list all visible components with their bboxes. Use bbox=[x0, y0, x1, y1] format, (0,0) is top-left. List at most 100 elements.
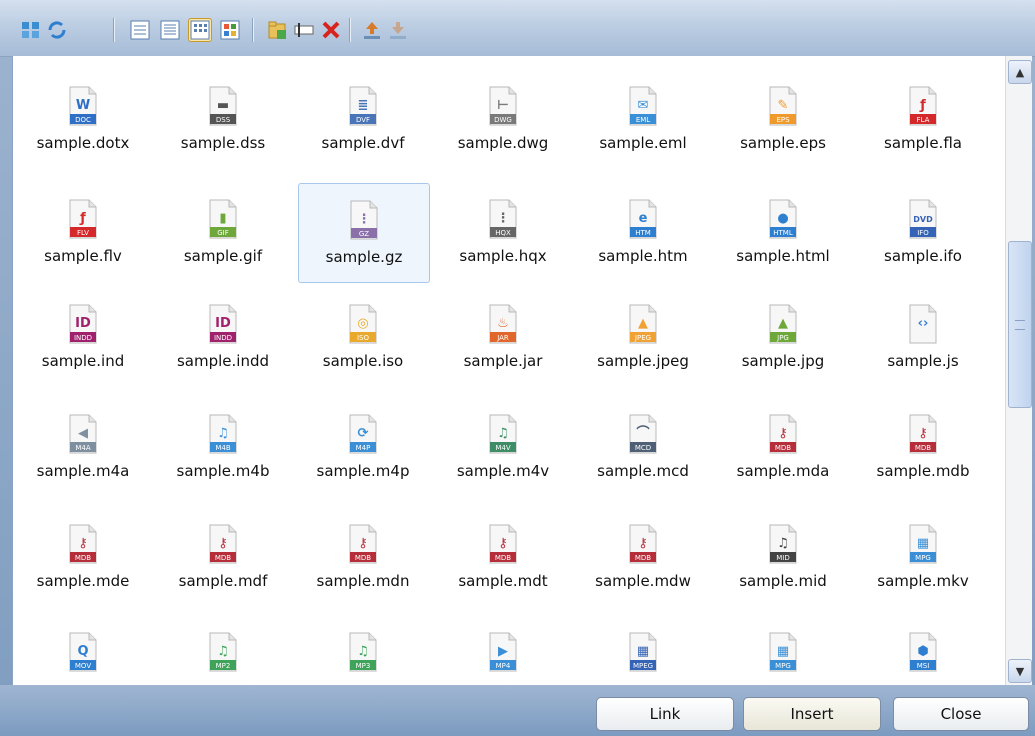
file-type-icon: W DOC bbox=[69, 86, 97, 126]
file-item[interactable]: ◀ M4A sample.m4a bbox=[18, 398, 148, 496]
file-item[interactable]: Q MOV bbox=[18, 616, 148, 685]
file-item[interactable]: ♫ MID sample.mid bbox=[718, 508, 848, 606]
download-icon[interactable] bbox=[387, 19, 409, 41]
svg-text:▦: ▦ bbox=[917, 536, 929, 551]
file-item[interactable]: ƒ FLV sample.flv bbox=[18, 183, 148, 281]
vertical-scrollbar[interactable]: ▲ ▼ bbox=[1005, 56, 1032, 685]
file-type-badge: MDB bbox=[215, 554, 231, 562]
file-type-icon: ♫ MID bbox=[769, 524, 797, 564]
file-item[interactable]: DVD IFO sample.ifo bbox=[858, 183, 988, 281]
list-view-icon[interactable] bbox=[159, 19, 181, 41]
svg-text:⚷: ⚷ bbox=[218, 536, 228, 551]
new-folder-icon[interactable] bbox=[266, 19, 288, 41]
file-name: sample.m4b bbox=[176, 462, 270, 480]
file-item[interactable]: ♫ M4B sample.m4b bbox=[158, 398, 288, 496]
file-name: sample.mde bbox=[36, 572, 130, 590]
delete-icon[interactable] bbox=[320, 19, 342, 41]
svg-text:W: W bbox=[76, 98, 90, 113]
close-button[interactable]: Close bbox=[893, 697, 1029, 731]
file-item[interactable]: ▶ MP4 bbox=[438, 616, 568, 685]
refresh-icon[interactable] bbox=[46, 19, 68, 41]
scroll-up-button[interactable]: ▲ bbox=[1008, 60, 1032, 84]
svg-text:✉: ✉ bbox=[638, 98, 649, 113]
file-type-badge: MP2 bbox=[216, 662, 231, 670]
link-button[interactable]: Link bbox=[596, 697, 734, 731]
file-item[interactable]: e HTM sample.htm bbox=[578, 183, 708, 281]
file-item[interactable]: ▮ GIF sample.gif bbox=[158, 183, 288, 281]
file-item[interactable]: ✉ EML sample.eml bbox=[578, 70, 708, 168]
file-item[interactable]: ⊢ DWG sample.dwg bbox=[438, 70, 568, 168]
file-type-badge: M4P bbox=[356, 444, 371, 452]
file-item[interactable]: ♨ JAR sample.jar bbox=[438, 288, 568, 386]
file-item[interactable]: ▲ JPG sample.jpg bbox=[718, 288, 848, 386]
svg-text:▲: ▲ bbox=[778, 316, 788, 331]
file-type-badge: ISO bbox=[357, 334, 370, 342]
file-type-badge: FLV bbox=[77, 229, 89, 237]
file-item[interactable]: ⋮ HQX sample.hqx bbox=[438, 183, 568, 281]
thumbnails-icon[interactable] bbox=[20, 19, 42, 41]
file-type-badge: JAR bbox=[496, 334, 509, 342]
file-item[interactable]: ▦ MPG bbox=[718, 616, 848, 685]
toolbar bbox=[0, 0, 1035, 57]
file-item[interactable]: ⚷ MDB sample.mdt bbox=[438, 508, 568, 606]
file-item[interactable]: ⚷ MDB sample.mda bbox=[718, 398, 848, 496]
file-item[interactable]: ƒ FLA sample.fla bbox=[858, 70, 988, 168]
svg-text:▲: ▲ bbox=[638, 316, 648, 331]
large-icons-view-icon[interactable] bbox=[219, 19, 241, 41]
details-view-icon[interactable] bbox=[129, 19, 151, 41]
file-item[interactable]: W DOC sample.dotx bbox=[18, 70, 148, 168]
svg-text:ƒ: ƒ bbox=[79, 211, 86, 226]
file-item[interactable]: ⚷ MDB sample.mdn bbox=[298, 508, 428, 606]
file-type-badge: MDB bbox=[775, 444, 791, 452]
file-item[interactable]: ⬢ MSI bbox=[858, 616, 988, 685]
file-item[interactable]: ID INDD sample.indd bbox=[158, 288, 288, 386]
svg-text:⚷: ⚷ bbox=[918, 426, 928, 441]
scroll-down-button[interactable]: ▼ bbox=[1008, 659, 1032, 683]
file-item[interactable]: ▲ JPEG sample.jpeg bbox=[578, 288, 708, 386]
file-type-icon: ✎ EPS bbox=[769, 86, 797, 126]
small-icons-view-icon[interactable] bbox=[188, 18, 212, 42]
file-item[interactable]: ⌒ MCD sample.mcd bbox=[578, 398, 708, 496]
file-name: sample.js bbox=[887, 352, 959, 370]
file-item[interactable]: ≣ DVF sample.dvf bbox=[298, 70, 428, 168]
file-item[interactable]: ‹› sample.js bbox=[858, 288, 988, 386]
file-item[interactable]: ⚷ MDB sample.mdf bbox=[158, 508, 288, 606]
file-name: sample.dvf bbox=[321, 134, 405, 152]
file-item[interactable]: ▦ MPG sample.mkv bbox=[858, 508, 988, 606]
svg-text:⊢: ⊢ bbox=[497, 98, 509, 113]
upload-icon[interactable] bbox=[361, 19, 383, 41]
file-type-badge: MID bbox=[776, 554, 790, 562]
file-item[interactable]: ♫ MP2 bbox=[158, 616, 288, 685]
file-name: sample.iso bbox=[322, 352, 404, 370]
file-type-icon: ◎ ISO bbox=[349, 304, 377, 344]
file-item[interactable]: ⚷ MDB sample.mdb bbox=[858, 398, 988, 496]
file-item[interactable]: ♫ M4V sample.m4v bbox=[438, 398, 568, 496]
file-item[interactable]: ⟳ M4P sample.m4p bbox=[298, 398, 428, 496]
file-item[interactable]: ● HTML sample.html bbox=[718, 183, 848, 281]
svg-text:ID: ID bbox=[215, 316, 231, 331]
file-item[interactable]: ID INDD sample.ind bbox=[18, 288, 148, 386]
file-type-badge: MPEG bbox=[633, 662, 653, 670]
file-type-badge: HQX bbox=[495, 229, 511, 237]
file-item[interactable]: ✎ EPS sample.eps bbox=[718, 70, 848, 168]
file-name: sample.mcd bbox=[597, 462, 689, 480]
file-item[interactable]: ⋮ GZ sample.gz bbox=[298, 183, 430, 283]
file-item[interactable]: ▬ DSS sample.dss bbox=[158, 70, 288, 168]
file-type-badge: IFO bbox=[917, 229, 929, 237]
insert-button[interactable]: Insert bbox=[743, 697, 881, 731]
file-item[interactable]: ⚷ MDB sample.mdw bbox=[578, 508, 708, 606]
file-type-icon: ƒ FLA bbox=[909, 86, 937, 126]
chevron-down-icon: ▼ bbox=[1015, 664, 1025, 678]
file-item[interactable]: ▦ MPEG bbox=[578, 616, 708, 685]
file-item[interactable]: ⚷ MDB sample.mde bbox=[18, 508, 148, 606]
file-item[interactable]: ♫ MP3 bbox=[298, 616, 428, 685]
file-name: sample.flv bbox=[44, 247, 122, 265]
file-type-badge: EML bbox=[636, 116, 650, 124]
rename-icon[interactable] bbox=[293, 19, 315, 41]
scroll-thumb[interactable] bbox=[1008, 241, 1032, 408]
file-type-icon: ▶ MP4 bbox=[489, 632, 517, 672]
file-name: sample.m4a bbox=[36, 462, 130, 480]
file-name: sample.mdw bbox=[595, 572, 691, 590]
file-item[interactable]: ◎ ISO sample.iso bbox=[298, 288, 428, 386]
svg-text:♫: ♫ bbox=[357, 644, 369, 659]
